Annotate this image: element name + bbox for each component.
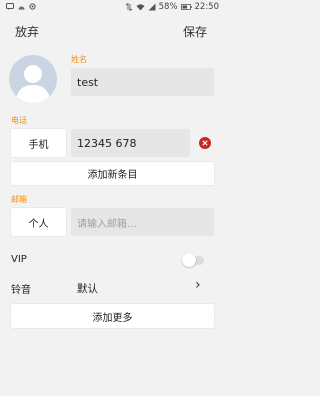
email-section-label: 邮箱 xyxy=(11,195,27,204)
save-button[interactable]: 保存 xyxy=(183,23,207,40)
phone-value: 12345 678 xyxy=(77,136,137,150)
network-icon xyxy=(125,3,132,11)
email-type-label: 个人 xyxy=(28,218,49,230)
phone-field[interactable]: 12345 678 xyxy=(71,129,190,157)
system-status: 58% 22:50 xyxy=(125,2,219,12)
vip-label: VIP xyxy=(11,254,27,265)
sync-icon xyxy=(29,3,36,10)
status-bar: 58% 22:50 xyxy=(0,0,223,16)
battery-icon xyxy=(180,4,192,10)
top-action-bar: 放弃 保存 xyxy=(0,16,223,46)
clock: 22:50 xyxy=(194,2,220,12)
person-icon xyxy=(15,65,51,103)
phone-type-selector[interactable]: 手机 xyxy=(11,129,66,157)
ringtone-label: 铃音 xyxy=(11,285,31,296)
phone-type-label: 手机 xyxy=(28,139,49,151)
add-phone-entry-button[interactable]: 添加新条目 xyxy=(11,162,214,185)
wifi-icon xyxy=(136,4,145,11)
battery-percent: 58% xyxy=(158,2,178,12)
ringtone-value: 默认 xyxy=(77,283,98,295)
name-value: test xyxy=(77,75,99,89)
close-icon xyxy=(202,140,208,146)
message-icon xyxy=(6,3,14,10)
email-type-selector[interactable]: 个人 xyxy=(11,208,66,236)
chevron-right-icon: › xyxy=(195,277,201,293)
android-icon xyxy=(18,6,25,10)
email-placeholder: 请输入邮箱... xyxy=(77,218,137,230)
add-more-label: 添加更多 xyxy=(92,312,133,324)
add-entry-label: 添加新条目 xyxy=(87,170,138,181)
email-field[interactable]: 请输入邮箱... xyxy=(71,208,214,236)
cancel-button[interactable]: 放弃 xyxy=(15,23,39,40)
remove-phone-button[interactable] xyxy=(199,137,211,149)
name-label: 姓名 xyxy=(71,55,87,64)
phone-section-label: 电话 xyxy=(11,116,27,125)
ringtone-row[interactable]: 铃音 默认 › xyxy=(0,276,223,300)
vip-toggle-knob[interactable] xyxy=(182,253,196,267)
add-more-button[interactable]: 添加更多 xyxy=(11,304,214,328)
signal-icon xyxy=(148,3,156,11)
notification-icons xyxy=(6,3,36,10)
name-field[interactable]: test xyxy=(71,68,214,96)
contact-avatar[interactable] xyxy=(9,55,57,103)
